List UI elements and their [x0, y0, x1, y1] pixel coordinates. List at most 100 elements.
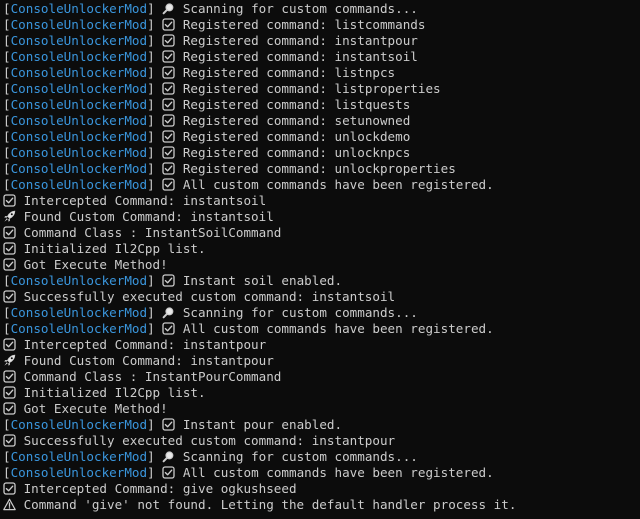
bracket-close: ] [147, 49, 163, 64]
bracket-close: ] [147, 113, 163, 128]
bracket-open: [ [3, 97, 11, 112]
line-message: Registered command: unlocknpcs [182, 145, 411, 160]
bracket-open: [ [3, 305, 11, 320]
line-message: Initialized Il2Cpp list. [23, 385, 206, 400]
console-output[interactable]: [ConsoleUnlockerMod] Scanning for custom… [0, 0, 640, 519]
console-line: Command 'give' not found. Letting the de… [0, 497, 640, 513]
console-line: [ConsoleUnlockerMod] Registered command:… [0, 81, 640, 97]
line-message: Instant soil enabled. [182, 273, 343, 288]
console-line: [ConsoleUnlockerMod] Registered command:… [0, 17, 640, 33]
line-message: Registered command: unlockdemo [182, 129, 411, 144]
check-box-icon [162, 82, 175, 95]
bracket-open: [ [3, 417, 11, 432]
line-message: Registered command: listnpcs [182, 65, 396, 80]
console-line: Command Class : InstantPourCommand [0, 369, 640, 385]
check-box-icon [3, 242, 16, 255]
line-message: Initialized Il2Cpp list. [23, 241, 206, 256]
mod-prefix: ConsoleUnlockerMod [10, 273, 148, 288]
line-message: Successfully executed custom command: in… [23, 289, 396, 304]
line-message: All custom commands have been registered… [182, 177, 494, 192]
mod-prefix: ConsoleUnlockerMod [10, 145, 148, 160]
line-message: Instant pour enabled. [182, 417, 343, 432]
mod-prefix: ConsoleUnlockerMod [10, 49, 148, 64]
line-message: Registered command: instantpour [182, 33, 418, 48]
bracket-close: ] [147, 273, 163, 288]
check-box-icon [162, 146, 175, 159]
check-box-icon [3, 290, 16, 303]
bracket-open: [ [3, 321, 11, 336]
check-box-icon [162, 98, 175, 111]
magnifier-icon [162, 2, 175, 15]
console-line: [ConsoleUnlockerMod] All custom commands… [0, 321, 640, 337]
mod-prefix: ConsoleUnlockerMod [10, 321, 148, 336]
check-box-icon [3, 402, 16, 415]
bracket-open: [ [3, 113, 11, 128]
mod-prefix: ConsoleUnlockerMod [10, 1, 148, 16]
mod-prefix: ConsoleUnlockerMod [10, 305, 148, 320]
line-message: Found Custom Command: instantsoil [23, 209, 274, 224]
check-box-icon [3, 338, 16, 351]
bracket-open: [ [3, 129, 11, 144]
line-message: Got Execute Method! [23, 401, 168, 416]
console-line: [ConsoleUnlockerMod] Instant soil enable… [0, 273, 640, 289]
console-line: Command Class : InstantSoilCommand [0, 225, 640, 241]
check-box-icon [162, 418, 175, 431]
console-line: Initialized Il2Cpp list. [0, 241, 640, 257]
line-message: Registered command: instantsoil [182, 49, 418, 64]
console-line: [ConsoleUnlockerMod] Registered command:… [0, 113, 640, 129]
mod-prefix: ConsoleUnlockerMod [10, 17, 148, 32]
bracket-open: [ [3, 81, 11, 96]
console-line: [ConsoleUnlockerMod] Registered command:… [0, 49, 640, 65]
bracket-close: ] [147, 321, 163, 336]
rocket-icon [3, 354, 16, 367]
bracket-open: [ [3, 1, 11, 16]
check-box-icon [162, 66, 175, 79]
bracket-open: [ [3, 17, 11, 32]
console-line: [ConsoleUnlockerMod] All custom commands… [0, 465, 640, 481]
mod-prefix: ConsoleUnlockerMod [10, 449, 148, 464]
console-line: Successfully executed custom command: in… [0, 433, 640, 449]
bracket-close: ] [147, 97, 163, 112]
line-message: Command Class : InstantPourCommand [23, 369, 282, 384]
check-box-icon [3, 386, 16, 399]
console-line: [ConsoleUnlockerMod] Scanning for custom… [0, 305, 640, 321]
console-line: Got Execute Method! [0, 401, 640, 417]
mod-prefix: ConsoleUnlockerMod [10, 177, 148, 192]
line-message: Intercepted Command: give ogkushseed [23, 481, 297, 496]
mod-prefix: ConsoleUnlockerMod [10, 113, 148, 128]
console-line: [ConsoleUnlockerMod] Instant pour enable… [0, 417, 640, 433]
line-message: Scanning for custom commands... [182, 1, 418, 16]
bracket-close: ] [147, 1, 163, 16]
console-line: Intercepted Command: give ogkushseed [0, 481, 640, 497]
line-message: Registered command: unlockproperties [182, 161, 456, 176]
console-line: [ConsoleUnlockerMod] Registered command:… [0, 65, 640, 81]
line-message: All custom commands have been registered… [182, 321, 494, 336]
console-line: [ConsoleUnlockerMod] Registered command:… [0, 33, 640, 49]
console-line: [ConsoleUnlockerMod] Registered command:… [0, 145, 640, 161]
line-message: Got Execute Method! [23, 257, 168, 272]
warning-icon [3, 498, 16, 511]
check-box-icon [162, 50, 175, 63]
line-message: All custom commands have been registered… [182, 465, 494, 480]
line-message: Intercepted Command: instantpour [23, 337, 267, 352]
check-box-icon [162, 466, 175, 479]
line-message: Registered command: setunowned [182, 113, 411, 128]
mod-prefix: ConsoleUnlockerMod [10, 417, 148, 432]
bracket-close: ] [147, 177, 163, 192]
magnifier-icon [162, 450, 175, 463]
line-message: Scanning for custom commands... [182, 449, 418, 464]
line-message: Registered command: listquests [182, 97, 411, 112]
check-box-icon [3, 482, 16, 495]
console-line: Intercepted Command: instantsoil [0, 193, 640, 209]
bracket-close: ] [147, 65, 163, 80]
line-message: Scanning for custom commands... [182, 305, 418, 320]
check-box-icon [162, 114, 175, 127]
mod-prefix: ConsoleUnlockerMod [10, 465, 148, 480]
check-box-icon [162, 162, 175, 175]
check-box-icon [162, 274, 175, 287]
bracket-open: [ [3, 177, 11, 192]
mod-prefix: ConsoleUnlockerMod [10, 97, 148, 112]
console-line: [ConsoleUnlockerMod] Registered command:… [0, 97, 640, 113]
console-line: Intercepted Command: instantpour [0, 337, 640, 353]
bracket-open: [ [3, 145, 11, 160]
